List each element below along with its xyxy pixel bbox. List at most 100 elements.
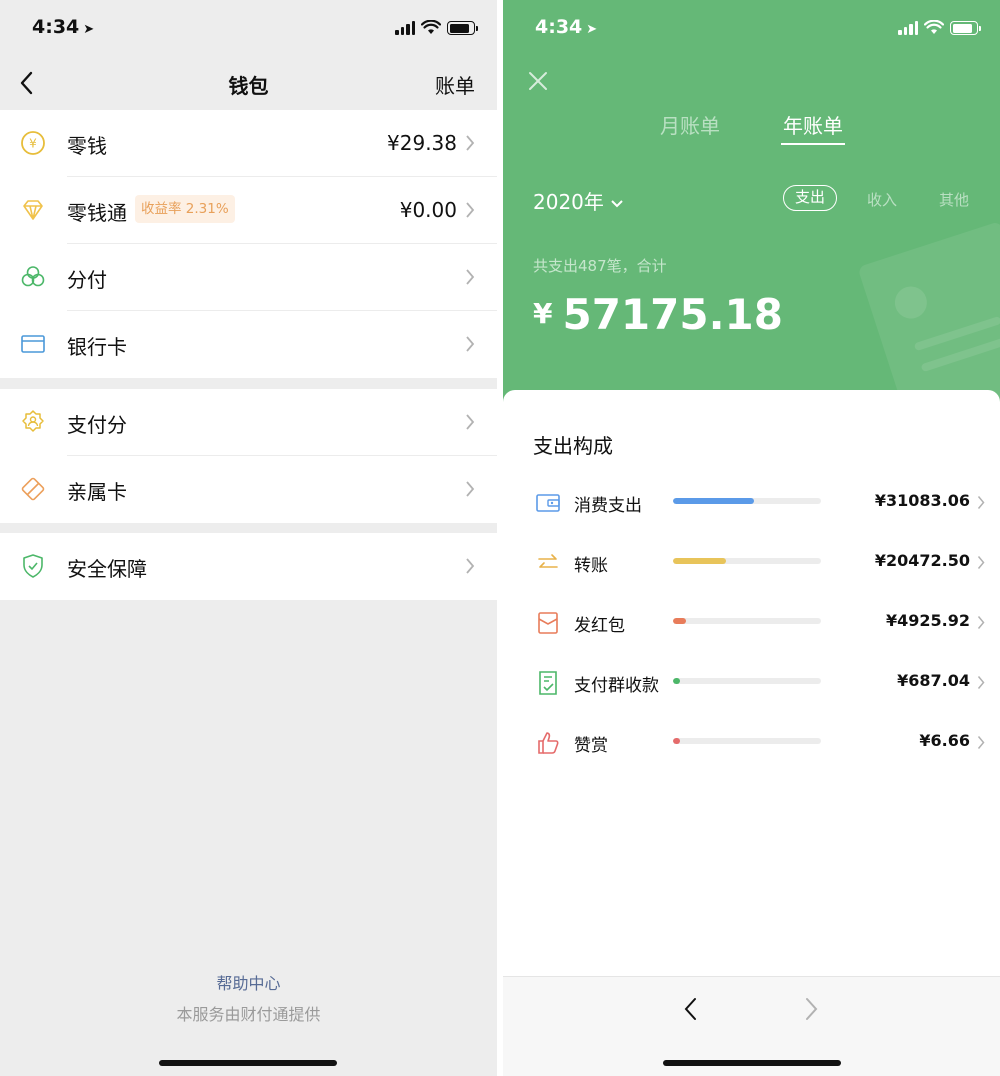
home-indicator[interactable] [159,1060,337,1066]
chevron-right-icon [466,135,475,151]
location-arrow-icon: ➤ [586,22,598,37]
thumbs-up-icon [538,732,559,754]
family-card-icon [21,477,45,501]
home-indicator[interactable] [663,1060,841,1066]
help-center-link[interactable]: 帮助中心 [0,970,497,994]
back-icon[interactable] [683,997,697,1021]
expense-bar-track [673,738,821,744]
expense-item[interactable]: 转账 ¥20472.50 [503,546,1000,586]
chevron-right-icon [466,481,475,497]
wallet-row-security[interactable]: 安全保障 [0,533,497,600]
expense-bar-fill [673,738,681,744]
expense-amount: ¥6.66 [919,731,970,750]
chevron-right-icon [977,616,985,629]
row-label: 安全保障 [67,557,147,581]
clover-icon [21,266,45,287]
expense-item[interactable]: 发红包 ¥4925.92 [503,606,1000,646]
chevron-down-icon [611,200,623,208]
card-icon [21,335,45,353]
status-bar: 4:34 ➤ [503,0,1000,56]
battery-icon [447,21,478,35]
expense-bar-fill [673,498,754,504]
expense-name: 发红包 [574,616,625,636]
wallet-row-payscore[interactable]: 支付分 [0,389,497,456]
expense-name: 支付群收款 [574,676,659,696]
battery-icon [950,21,981,35]
expense-bar-track [673,558,821,564]
status-time: 4:34 ➤ [535,16,597,38]
group-collect-icon [539,671,557,695]
signal-icon [395,21,415,35]
transfer-icon [538,554,558,568]
signal-icon [898,21,918,35]
wallet-screen: 4:34 ➤ 钱包 账单 ¥ 零钱 ¥29.38 零钱通 收益率 2.31% ¥0… [0,0,497,1076]
row-label: 零钱 [67,134,107,158]
browser-toolbar [503,976,1000,1076]
wallet-group-2: 支付分 亲属卡 [0,389,497,523]
red-packet-icon [538,612,558,634]
chevron-right-icon [466,558,475,574]
expense-name: 赞赏 [574,736,608,756]
expense-name: 消费支出 [574,496,642,516]
forward-icon[interactable] [805,997,819,1021]
wallet-row-lqt[interactable]: 零钱通 收益率 2.31% ¥0.00 [0,177,497,244]
expense-bar-track [673,678,821,684]
expense-bar-fill [673,558,726,564]
expense-item[interactable]: 支付群收款 ¥687.04 [503,666,1000,706]
expense-breakdown-card: 支出构成 消费支出 ¥31083.06 转账 ¥20472.50 发红包 ¥49… [503,390,1000,976]
gear-badge-icon [22,410,44,432]
wallet-row-fenfu[interactable]: 分付 [0,244,497,311]
chevron-right-icon [977,676,985,689]
time-text: 4:34 [535,16,583,38]
wallet-row-familycard[interactable]: 亲属卡 [0,456,497,523]
chevron-right-icon [466,414,475,430]
bill-header: 4:34 ➤ 月账单 年账单 2020年 支出 收入 其他 共支出487笔，合计 … [503,0,1000,427]
expense-item[interactable]: 消费支出 ¥31083.06 [503,486,1000,526]
filter-expense[interactable]: 支出 [783,185,838,211]
chevron-right-icon [466,202,475,218]
row-label: 零钱通 [67,201,127,225]
bill-button[interactable]: 账单 [435,70,475,99]
time-text: 4:34 [32,16,80,38]
wallet-row-bankcard[interactable]: 银行卡 [0,311,497,378]
chevron-right-icon [977,736,985,749]
svg-text:¥: ¥ [29,137,37,151]
expense-bar-fill [673,678,681,684]
year-selector[interactable]: 2020年 [533,186,624,215]
chevron-right-icon [466,336,475,352]
chevron-right-icon [977,556,985,569]
status-icons [898,20,981,35]
coin-yen-icon: ¥ [21,131,45,155]
status-bar: 4:34 ➤ [0,0,497,56]
status-time: 4:34 ➤ [32,16,94,38]
chevron-right-icon [977,496,985,509]
provider-text: 本服务由财付通提供 [176,1005,321,1024]
wifi-icon [924,20,944,34]
row-value: ¥29.38 [387,131,457,155]
tab-annual-bill[interactable]: 年账单 [781,110,845,145]
diamond-icon [23,200,43,220]
expense-bar-track [673,618,821,624]
row-label: 分付 [67,268,107,292]
nav-bar: 钱包 账单 [0,56,497,110]
shield-icon [23,554,43,578]
wallet-icon [536,494,560,512]
row-label: 亲属卡 [67,480,127,504]
wallet-row-change[interactable]: ¥ 零钱 ¥29.38 [0,110,497,177]
chevron-right-icon [466,269,475,285]
wallet-group-3: 安全保障 [0,533,497,600]
row-label: 银行卡 [67,335,127,359]
location-arrow-icon: ➤ [83,22,95,37]
filter-other[interactable]: 其他 [939,189,969,210]
total-amount: ¥57175.18 [533,290,783,339]
wallet-group-1: ¥ 零钱 ¥29.38 零钱通 收益率 2.31% ¥0.00 分付 银行卡 [0,110,497,378]
annual-bill-screen: 4:34 ➤ 月账单 年账单 2020年 支出 收入 其他 共支出487笔，合计 … [503,0,1000,1076]
tab-monthly-bill[interactable]: 月账单 [660,110,720,139]
expense-amount: ¥687.04 [897,671,970,690]
expense-amount: ¥20472.50 [874,551,970,570]
expense-item[interactable]: 赞赏 ¥6.66 [503,726,1000,766]
status-icons [395,20,478,35]
expense-summary: 共支出487笔，合计 [533,257,667,275]
close-icon[interactable] [527,70,549,92]
filter-income[interactable]: 收入 [867,189,897,210]
